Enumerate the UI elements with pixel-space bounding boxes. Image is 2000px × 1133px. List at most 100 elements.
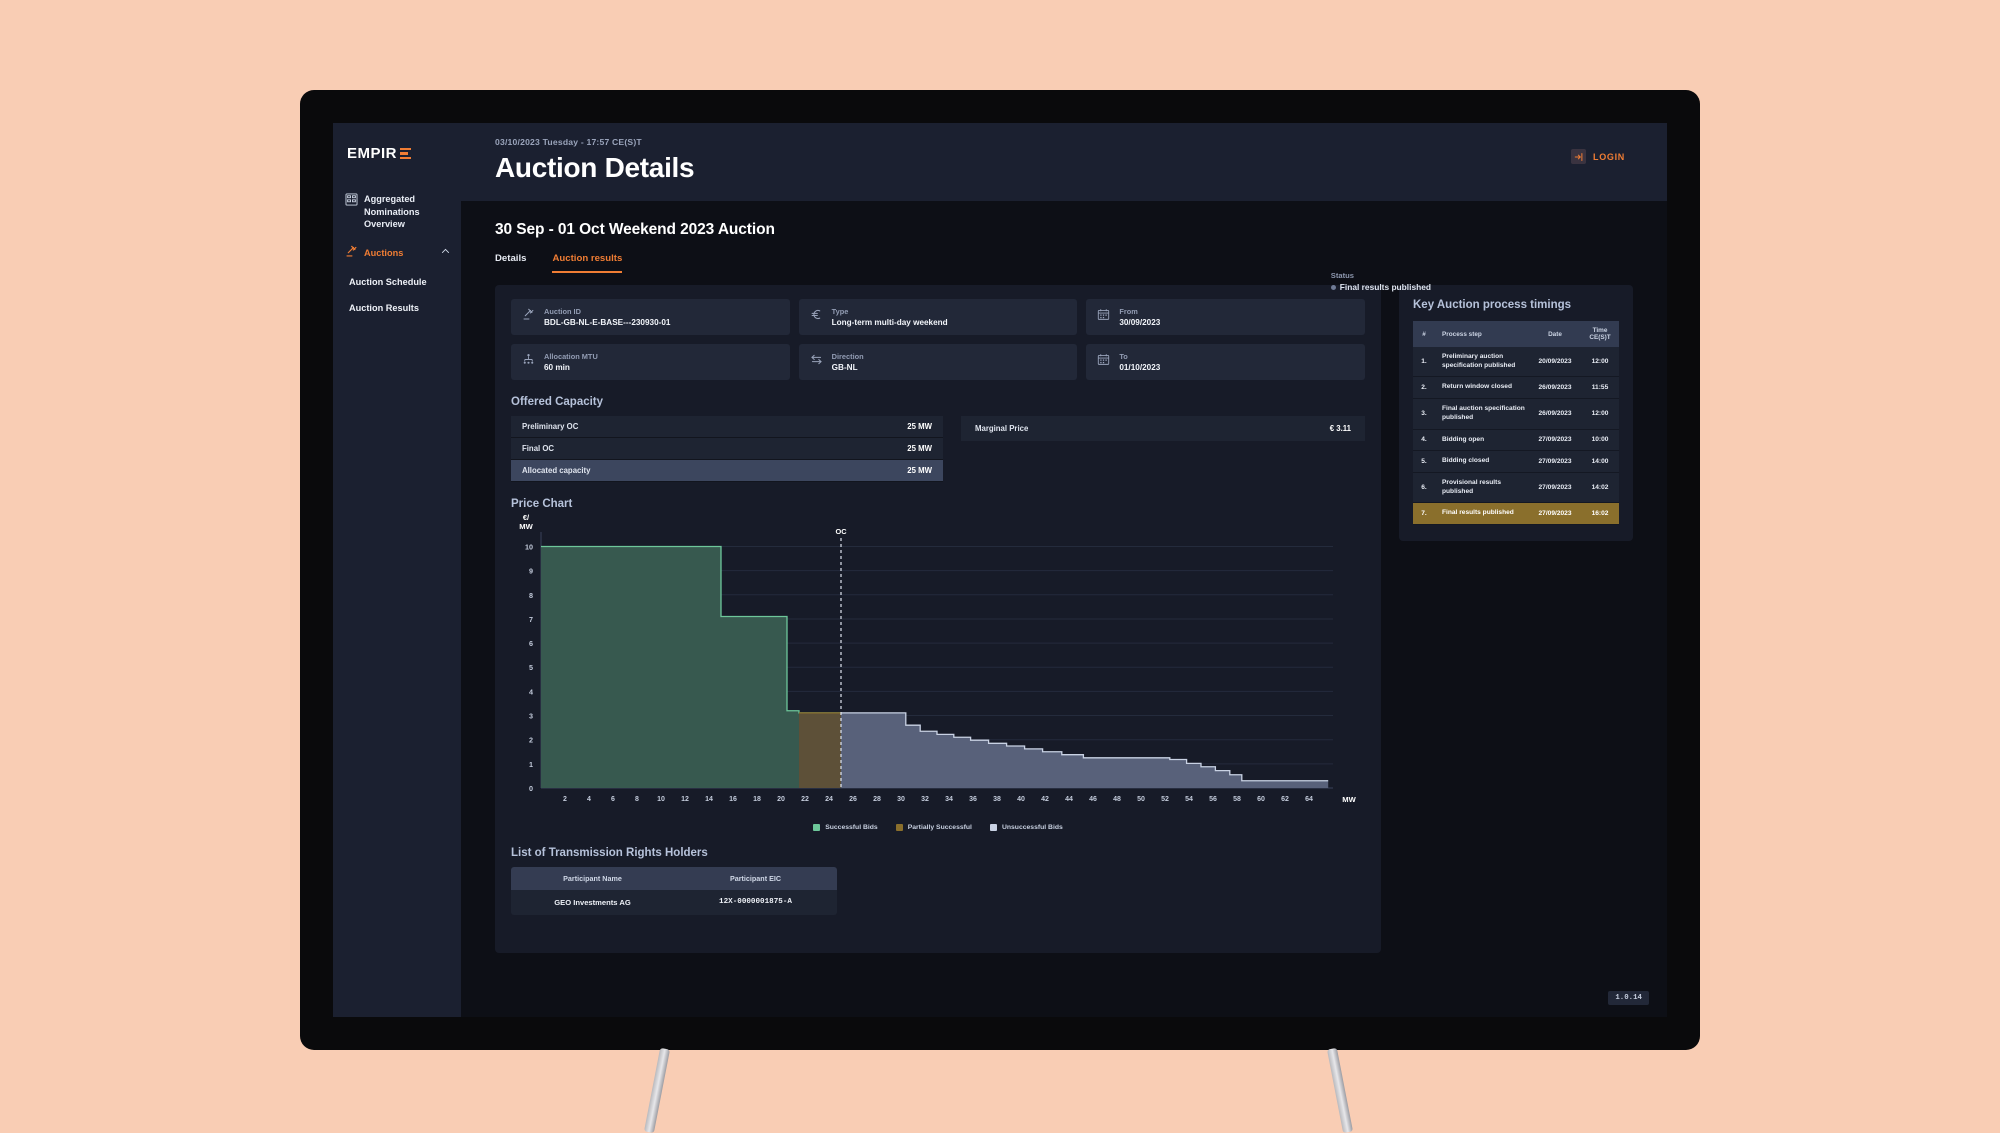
table-row: 3. Final auction specification published 2…: [1413, 398, 1619, 430]
row-index: 6.: [1413, 472, 1435, 504]
timings-table-body: 1. Preliminary auction specification publ…: [1413, 347, 1619, 526]
row-time: 12:00: [1581, 398, 1619, 430]
chevron-up-icon[interactable]: [440, 246, 451, 261]
sidebar-nav: Aggregated Nominations Overview Auctions: [333, 186, 461, 321]
auction-title: 30 Sep - 01 Oct Weekend 2023 Auction: [495, 221, 775, 238]
x-axis-tick-label: 20: [777, 796, 785, 803]
holders-title: List of Transmission Rights Holders: [511, 847, 708, 859]
row-time: 12:00: [1581, 347, 1619, 378]
marginal-price-label: Marginal Price: [975, 424, 1029, 433]
info-card-label: From: [1119, 307, 1138, 316]
x-axis-tick-label: 46: [1089, 796, 1097, 803]
y-axis-tick-label: 9: [529, 567, 533, 576]
sidebar-item-auctions[interactable]: Auctions: [333, 238, 461, 269]
login-button[interactable]: LOGIN: [1571, 149, 1625, 164]
table-row: 2. Return window closed 26/09/2023 11:55: [1413, 376, 1619, 400]
row-index: 4.: [1413, 429, 1435, 452]
current-datetime: 03/10/2023 Tuesday - 17:57 CE(S)T: [495, 137, 642, 147]
row-time: 11:55: [1581, 376, 1619, 400]
participant-name: GEO Investments AG: [554, 898, 631, 907]
row-time: 14:02: [1581, 472, 1619, 504]
y-axis-tick-label: 8: [529, 591, 533, 600]
row-process-step: Final auction specification published: [1435, 398, 1529, 430]
y-axis-unit-text: €/MW: [519, 513, 533, 531]
column-header-participant-eic: Participant EIC: [729, 874, 782, 883]
tab-details[interactable]: Details: [495, 253, 526, 273]
sidebar-item-auction-schedule[interactable]: Auction Schedule: [333, 269, 461, 295]
offered-capacity-list: Preliminary OC 25 MW Final OC 25 MW Allo…: [511, 416, 943, 482]
x-axis-tick-label: 8: [635, 796, 639, 803]
logo-bars-icon: [400, 147, 412, 160]
body-row: Auction ID BDL-GB-NL-E-BASE---230930-01: [495, 285, 1633, 953]
row-date: 27/09/2023: [1529, 450, 1581, 473]
info-card-grid: Auction ID BDL-GB-NL-E-BASE---230930-01: [511, 299, 1365, 380]
capacity-row: Preliminary OC 25 MW: [511, 416, 943, 438]
x-axis-tick-label: 36: [969, 796, 977, 803]
info-card-value: Long-term multi-day weekend: [831, 318, 948, 327]
legend-label: Unsuccessful Bids: [1001, 824, 1063, 831]
table-row: GEO Investments AG 12X-0000001875-A: [511, 890, 837, 915]
holders-table: Participant Name Participant EIC GEO Inv…: [511, 867, 837, 915]
sidebar: EMPIR Aggregated Nominations Overview Au…: [333, 123, 461, 1017]
row-index: 7.: [1413, 502, 1435, 526]
x-axis-tick-label: 48: [1113, 796, 1121, 803]
x-axis-tick-label: 50: [1137, 796, 1145, 803]
row-time: 16:02: [1581, 502, 1619, 526]
tab-bar: Details Auction results: [495, 253, 1633, 273]
price-chart-svg[interactable]: 0123456789102 4 6 8 10 12 14 16 18 20 22 24 26 28 30 32…: [511, 518, 1365, 818]
info-card-to: To 01/10/2023: [1086, 344, 1365, 380]
y-axis-tick-label: 4: [529, 687, 533, 696]
row-index: 5.: [1413, 450, 1435, 473]
legend-item-successful: Successful Bids: [813, 824, 878, 831]
topbar: 03/10/2023 Tuesday - 17:57 CE(S)T Auctio…: [461, 123, 1667, 201]
row-process-step: Provisional results published: [1435, 472, 1529, 504]
legend-label: Partially Successful: [907, 824, 972, 831]
key-timings-title: Key Auction process timings: [1413, 299, 1572, 311]
x-axis-tick-label: 2: [563, 796, 567, 803]
participant-eic: 12X-0000001875-A: [719, 898, 792, 906]
app-logo[interactable]: EMPIR: [333, 145, 461, 162]
euro-icon: [810, 308, 823, 326]
table-row: 4. Bidding open 27/09/2023 10:00: [1413, 429, 1619, 452]
status-value-wrap: Final results published: [1330, 282, 1431, 292]
x-axis-tick-label: 16: [729, 796, 737, 803]
info-card-value: 01/10/2023: [1119, 363, 1161, 372]
mtu-icon: [522, 353, 535, 371]
status-dot-icon: [1330, 284, 1336, 290]
y-axis-tick-label: 1: [529, 760, 533, 769]
marginal-price-row: Marginal Price € 3.11: [961, 416, 1365, 441]
sidebar-item-aggregated-nominations-overview[interactable]: Aggregated Nominations Overview: [333, 186, 461, 238]
column-header-time: Time CE(S)T: [1581, 321, 1619, 347]
x-axis-tick-label: 28: [873, 796, 881, 803]
legend-item-partially-successful: Partially Successful: [895, 824, 972, 831]
capacity-value: 25 MW: [907, 422, 932, 431]
tab-auction-results[interactable]: Auction results: [552, 253, 623, 273]
oc-marker-label: OC: [835, 527, 847, 536]
key-timings-panel: Key Auction process timings # Process st…: [1399, 285, 1633, 542]
status-label: Status: [1330, 271, 1354, 280]
table-row: 5. Bidding closed 27/09/2023 14:00: [1413, 450, 1619, 473]
info-card-value: 60 min: [544, 363, 570, 372]
sidebar-item-auction-results[interactable]: Auction Results: [333, 295, 461, 321]
sidebar-item-label: Auctions: [364, 248, 404, 259]
column-header-participant-name: Participant Name: [563, 874, 622, 883]
x-axis-tick-label: 24: [825, 796, 833, 803]
info-card-label: Allocation MTU: [544, 352, 598, 361]
x-axis-tick-label: 32: [921, 796, 929, 803]
x-axis-tick-label: 58: [1233, 796, 1241, 803]
x-axis-tick-label: 62: [1281, 796, 1289, 803]
timings-header-row: # Process step Date Time CE(S)T: [1413, 321, 1619, 347]
capacity-row: Final OC 25 MW: [511, 438, 943, 460]
page-title: Auction Details: [495, 152, 695, 183]
capacity-label: Allocated capacity: [522, 466, 591, 475]
legend-item-unsuccessful: Unsuccessful Bids: [989, 824, 1063, 831]
y-axis-tick-label: 5: [529, 663, 533, 672]
timings-table-head: # Process step Date Time CE(S)T: [1413, 321, 1619, 347]
column-header-index: #: [1413, 321, 1435, 347]
marginal-price-value: € 3.11: [1329, 424, 1351, 433]
x-axis-tick-label: 42: [1041, 796, 1049, 803]
legend-swatch: [895, 824, 903, 831]
main-area: 03/10/2023 Tuesday - 17:57 CE(S)T Auctio…: [461, 123, 1667, 1017]
y-axis-tick-label: 6: [529, 639, 533, 648]
screen: EMPIR Aggregated Nominations Overview Au…: [333, 123, 1667, 1017]
